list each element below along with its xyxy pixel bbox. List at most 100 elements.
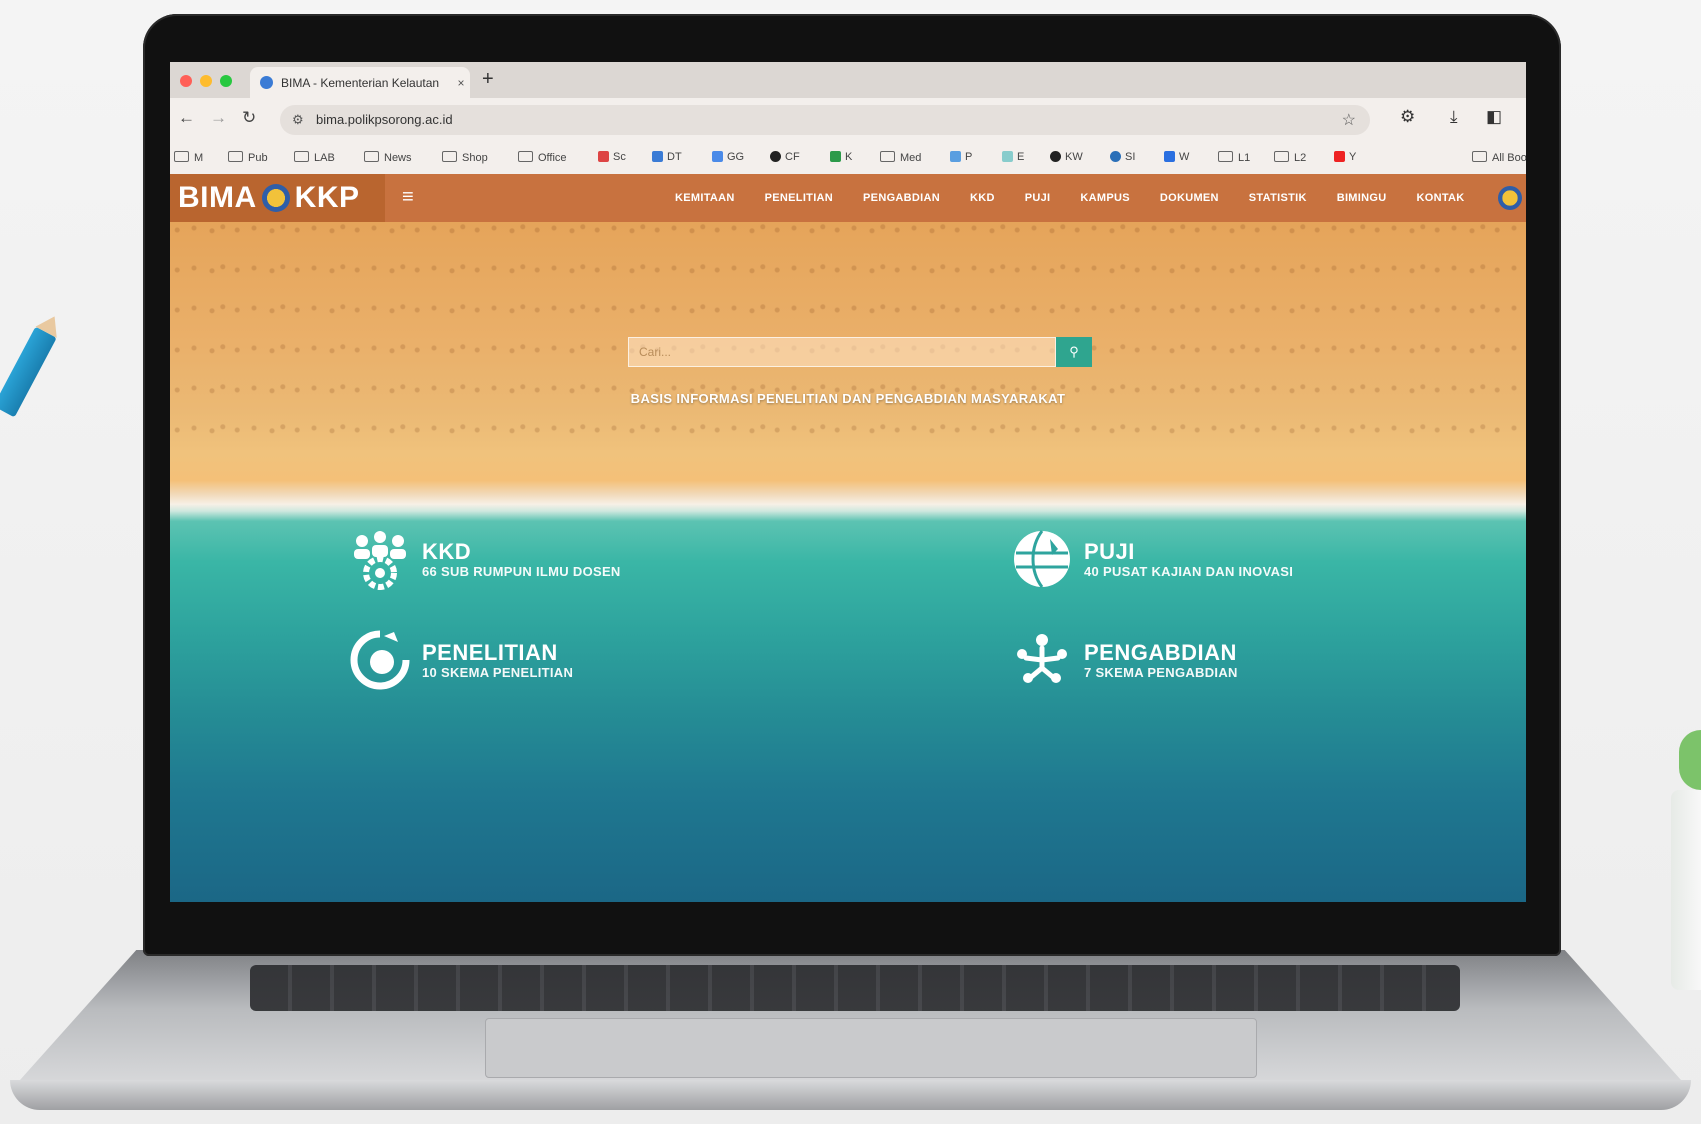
stat-penelitian-sub: 10 SKEMA PENELITIAN xyxy=(422,664,574,680)
folder-icon xyxy=(228,151,243,162)
back-arrow-icon[interactable]: ← xyxy=(178,108,195,128)
laptop-screen: BIMA - Kementerian Kelautan × + ← → ↻ ⚙ … xyxy=(170,62,1526,902)
globe-icon xyxy=(1014,530,1070,588)
cf-icon xyxy=(770,151,781,162)
browser-tab-strip: BIMA - Kementerian Kelautan × + xyxy=(170,62,1526,98)
stat-puji-sub: 40 PUSAT KAJIAN DAN INOVASI xyxy=(1084,563,1294,579)
folder-icon xyxy=(174,151,189,162)
bookmark-item[interactable]: Office xyxy=(518,151,567,164)
sidepanel-icon[interactable]: ◧ xyxy=(1486,107,1502,127)
folder-icon xyxy=(880,151,895,162)
user-avatar[interactable] xyxy=(1498,186,1522,210)
menu-item-statistik[interactable]: STATISTIK xyxy=(1249,192,1307,204)
menu-item-kampus[interactable]: KAMPUS xyxy=(1080,192,1129,204)
extensions-icon[interactable]: ⚙ xyxy=(1400,107,1415,127)
k-icon xyxy=(830,151,841,162)
bookmark-item[interactable]: W xyxy=(1164,151,1189,163)
stat-puji[interactable]: PUJI 40 PUSAT KAJIAN DAN INOVASI xyxy=(1010,527,1293,591)
bookmark-item[interactable]: Shop xyxy=(442,151,488,164)
browser-toolbar: ← → ↻ ⚙ bima.polikpsorong.ac.id ☆ ⚙ ⤓ ◧ xyxy=(170,98,1526,142)
bookmark-item[interactable]: L2 xyxy=(1274,151,1306,164)
window-close-dot[interactable] xyxy=(180,75,192,87)
all-bookmarks[interactable]: All Bookmarks xyxy=(1472,151,1526,164)
youtube-icon xyxy=(1334,151,1345,162)
site-settings-icon[interactable]: ⚙ xyxy=(292,112,304,128)
site-logo[interactable]: BIMA KKP xyxy=(170,174,385,222)
bookmark-item[interactable]: News xyxy=(364,151,412,164)
folder-icon xyxy=(518,151,533,162)
bookmark-item[interactable]: KW xyxy=(1050,151,1083,163)
tab-close-icon[interactable]: × xyxy=(452,76,470,90)
brand-left-text: BIMA xyxy=(178,181,257,214)
main-menu: KEMITAAN PENELITIAN PENGABDIAN KKD PUJI … xyxy=(660,174,1480,222)
download-icon[interactable]: ⤓ xyxy=(1450,107,1458,127)
si-icon xyxy=(1110,151,1121,162)
laptop-trackpad xyxy=(485,1018,1257,1078)
vase-decoration xyxy=(1671,790,1701,990)
bookmark-item[interactable]: DT xyxy=(652,151,682,163)
laptop-keyboard xyxy=(250,965,1460,1011)
w-icon xyxy=(1164,151,1175,162)
bookmark-item[interactable]: GG xyxy=(712,151,744,163)
bookmark-item[interactable]: K xyxy=(830,151,852,163)
people-gear-icon xyxy=(354,531,406,590)
stat-pengabdian-title: PENGABDIAN xyxy=(1084,639,1237,665)
stat-kkd-title: KKD xyxy=(422,538,472,564)
bookmark-item[interactable]: SI xyxy=(1110,151,1135,163)
bookmarks-bar: M Pub LAB News Shop Office Sc DT GG CF K… xyxy=(170,142,1526,175)
bookmark-item[interactable]: Y xyxy=(1334,151,1356,163)
bookmark-item[interactable]: E xyxy=(1002,151,1024,163)
research-icon xyxy=(350,630,410,690)
address-bar[interactable]: ⚙ bima.polikpsorong.ac.id ☆ xyxy=(280,105,1370,135)
stat-puji-title: PUJI xyxy=(1084,538,1135,564)
tab-title: BIMA - Kementerian Kelautan xyxy=(281,75,440,90)
menu-item-penelitian[interactable]: PENELITIAN xyxy=(765,192,833,204)
hero-beach-banner: Cari... ⚲ BASIS INFORMASI PENELITIAN DAN… xyxy=(170,222,1526,902)
bookmark-item[interactable]: L1 xyxy=(1218,151,1250,164)
menu-item-bimingu[interactable]: BIMINGU xyxy=(1337,192,1387,204)
dt-icon xyxy=(652,151,663,162)
e-icon xyxy=(1002,151,1013,162)
favicon-icon xyxy=(260,76,273,89)
stat-pengabdian-sub: 7 SKEMA PENGABDIAN xyxy=(1084,664,1238,680)
bookmark-item[interactable]: Med xyxy=(880,151,921,164)
plant-decoration xyxy=(1679,730,1701,790)
bookmark-item[interactable]: CF xyxy=(770,151,800,163)
folder-icon xyxy=(442,151,457,162)
brand-right-text: KKP xyxy=(294,181,360,214)
folder-icon xyxy=(1218,151,1233,162)
search-icon: ⚲ xyxy=(1069,344,1079,359)
bookmark-item[interactable]: Pub xyxy=(228,151,268,164)
bookmark-item[interactable]: Sc xyxy=(598,151,626,163)
gg-icon xyxy=(712,151,723,162)
menu-item-kkd[interactable]: KKD xyxy=(970,192,995,204)
stat-kkd[interactable]: KKD 66 SUB RUMPUN ILMU DOSEN xyxy=(348,527,621,591)
browser-tab-active[interactable]: BIMA - Kementerian Kelautan × xyxy=(250,67,470,98)
folder-icon xyxy=(294,151,309,162)
menu-item-puji[interactable]: PUJI xyxy=(1025,192,1051,204)
laptop-base-edge xyxy=(10,1080,1691,1110)
p-icon xyxy=(950,151,961,162)
address-url: bima.polikpsorong.ac.id xyxy=(316,112,453,127)
search-input[interactable]: Cari... xyxy=(628,337,1056,367)
pencil-decoration xyxy=(0,326,57,418)
bookmark-item[interactable]: P xyxy=(950,151,972,163)
menu-item-dokumen[interactable]: DOKUMEN xyxy=(1160,192,1219,204)
bookmark-item[interactable]: LAB xyxy=(294,151,335,164)
window-zoom-dot[interactable] xyxy=(220,75,232,87)
window-minimize-dot[interactable] xyxy=(200,75,212,87)
stat-penelitian[interactable]: PENELITIAN 10 SKEMA PENELITIAN xyxy=(348,628,573,692)
bookmark-star-icon[interactable]: ☆ xyxy=(1342,110,1356,130)
menu-item-pengabdian[interactable]: PENGABDIAN xyxy=(863,192,940,204)
forward-arrow-icon[interactable]: → xyxy=(210,108,227,128)
reload-icon[interactable]: ↻ xyxy=(242,108,256,128)
bookmark-item[interactable]: M xyxy=(174,151,203,164)
menu-item-kemitaan[interactable]: KEMITAAN xyxy=(675,192,735,204)
emblem-icon xyxy=(261,184,290,212)
hamburger-menu-icon[interactable]: ≡ xyxy=(402,186,414,209)
stat-pengabdian[interactable]: PENGABDIAN 7 SKEMA PENGABDIAN xyxy=(1010,628,1238,692)
menu-item-kontak[interactable]: KONTAK xyxy=(1416,192,1464,204)
sc-icon xyxy=(598,151,609,162)
search-button[interactable]: ⚲ xyxy=(1056,337,1092,367)
new-tab-button[interactable]: + xyxy=(482,68,494,91)
